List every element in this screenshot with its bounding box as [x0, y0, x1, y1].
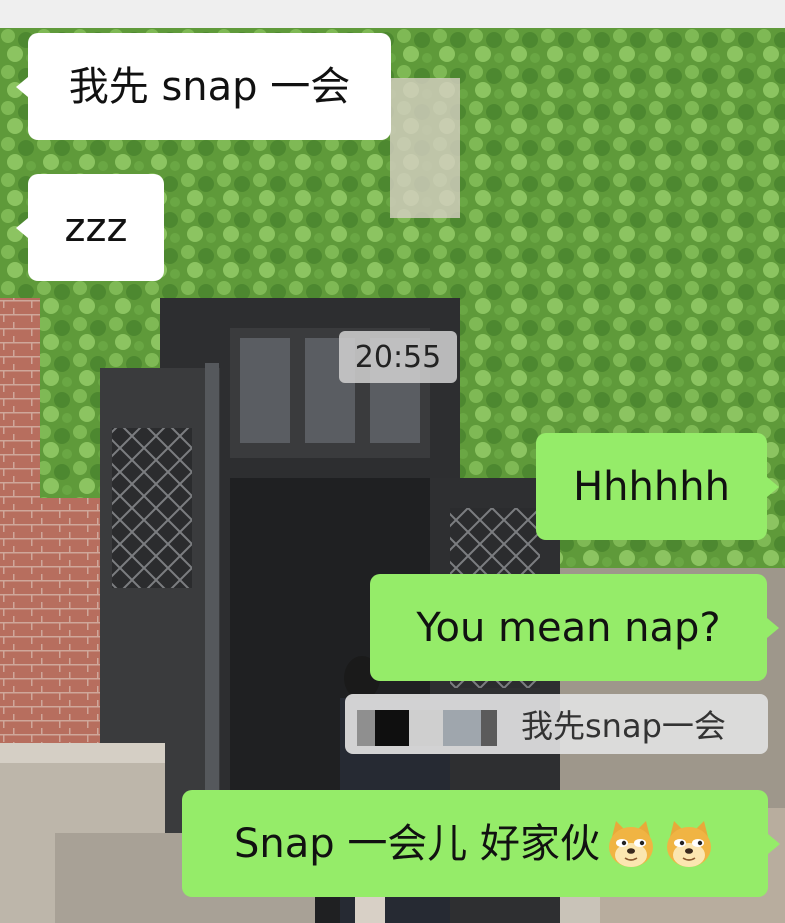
doge-emoji-icon — [662, 817, 716, 871]
message-text: 我先 snap 一会 — [68, 63, 351, 110]
message-bubble-outgoing[interactable]: Hhhhhh — [536, 433, 767, 540]
message-bubble-incoming[interactable]: 我先 snap 一会 — [28, 33, 391, 140]
message-bubble-incoming[interactable]: zzz — [28, 174, 164, 281]
message-text: You mean nap? — [416, 604, 721, 651]
quoted-message[interactable]: 我先snap一会 — [345, 694, 768, 754]
doge-emoji-icon — [604, 817, 658, 871]
message-text: zzz — [64, 204, 128, 251]
message-bubble-outgoing[interactable]: Snap 一会儿 好家伙 — [182, 790, 768, 897]
quoted-text: 我先snap一会 — [521, 707, 726, 745]
timestamp-label: 20:55 — [339, 331, 457, 383]
message-bubble-outgoing[interactable]: You mean nap? — [370, 574, 767, 681]
message-text: Hhhhhh — [573, 463, 730, 510]
quoted-sender-redacted — [357, 704, 507, 746]
top-strip — [0, 0, 785, 28]
message-text: Snap 一会儿 好家伙 — [233, 820, 601, 867]
